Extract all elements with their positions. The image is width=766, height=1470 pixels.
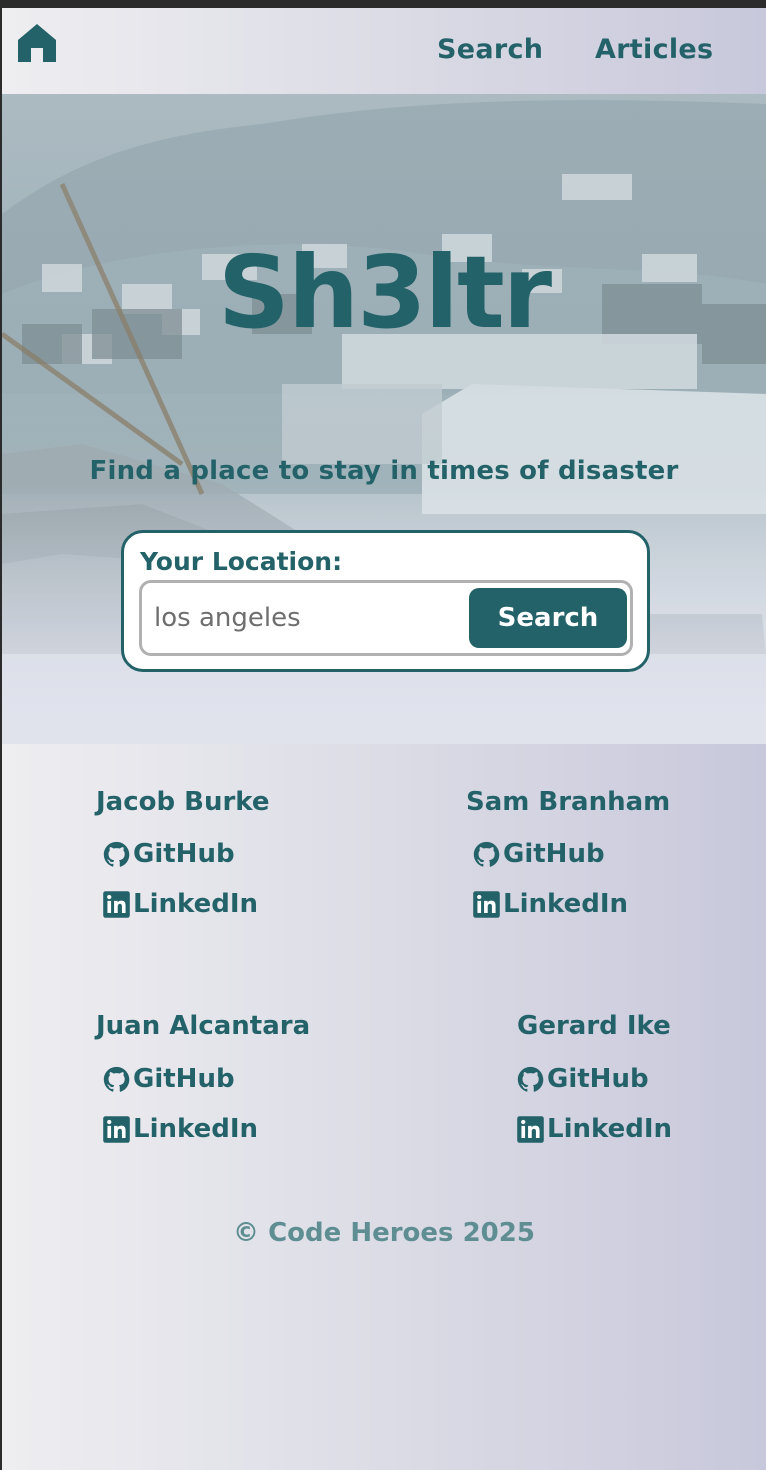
linkedin-link-label: LinkedIn bbox=[547, 1114, 673, 1144]
linkedin-link-juan-alcantara[interactable]: LinkedIn bbox=[102, 1114, 258, 1144]
github-link-sam-branham[interactable]: GitHub bbox=[472, 839, 605, 869]
member-name: Jacob Burke bbox=[96, 787, 270, 817]
member-name: Sam Branham bbox=[466, 787, 671, 817]
linkedin-link-label: LinkedIn bbox=[133, 1114, 259, 1144]
hero-tagline: Find a place to stay in times of disaste… bbox=[89, 456, 679, 486]
linkedin-icon bbox=[103, 890, 130, 918]
brand-title: Sh3ltr bbox=[217, 234, 552, 351]
github-icon bbox=[473, 841, 500, 867]
github-link-gerard-ike[interactable]: GitHub bbox=[516, 1064, 649, 1094]
linkedin-link-sam-branham[interactable]: LinkedIn bbox=[472, 889, 628, 919]
member-name: Juan Alcantara bbox=[96, 1011, 311, 1041]
team-member-sam-branham: Sam Branham bbox=[466, 787, 670, 817]
github-icon bbox=[517, 1066, 544, 1092]
github-link-juan-alcantara[interactable]: GitHub bbox=[102, 1064, 235, 1094]
team-member-gerard-ike: Gerard Ike bbox=[517, 1011, 671, 1041]
member-name: Gerard Ike bbox=[517, 1011, 671, 1041]
home-icon bbox=[18, 24, 56, 62]
search-button[interactable]: Search bbox=[469, 588, 627, 648]
location-search-card: Your Location: Search bbox=[121, 530, 650, 672]
github-icon bbox=[103, 1066, 130, 1092]
location-search-field: Search bbox=[139, 580, 633, 656]
linkedin-link-gerard-ike[interactable]: LinkedIn bbox=[516, 1114, 672, 1144]
nav-articles-link[interactable]: Articles bbox=[595, 34, 713, 65]
location-input[interactable] bbox=[154, 597, 454, 639]
linkedin-icon bbox=[517, 1115, 544, 1143]
hero-section: Sh3ltr Find a place to stay in times of … bbox=[2, 94, 766, 744]
team-member-jacob-burke: Jacob Burke bbox=[96, 787, 270, 817]
linkedin-icon bbox=[473, 890, 500, 918]
github-link-jacob-burke[interactable]: GitHub bbox=[102, 839, 235, 869]
linkedin-icon bbox=[103, 1115, 130, 1143]
team-member-juan-alcantara: Juan Alcantara bbox=[96, 1011, 310, 1041]
top-nav: Search Articles bbox=[2, 8, 766, 94]
github-link-label: GitHub bbox=[503, 839, 605, 869]
linkedin-link-jacob-burke[interactable]: LinkedIn bbox=[102, 889, 258, 919]
github-icon bbox=[103, 841, 130, 867]
home-button[interactable] bbox=[16, 22, 58, 64]
location-label: Your Location: bbox=[140, 547, 343, 576]
nav-search-link[interactable]: Search bbox=[437, 34, 543, 65]
footer-copyright: © Code Heroes 2025 bbox=[233, 1218, 535, 1248]
github-link-label: GitHub bbox=[133, 1064, 235, 1094]
page: Search Articles Sh3ltr Find a place to s… bbox=[2, 8, 766, 1470]
github-link-label: GitHub bbox=[547, 1064, 649, 1094]
github-link-label: GitHub bbox=[133, 839, 235, 869]
linkedin-link-label: LinkedIn bbox=[503, 889, 629, 919]
linkedin-link-label: LinkedIn bbox=[133, 889, 259, 919]
